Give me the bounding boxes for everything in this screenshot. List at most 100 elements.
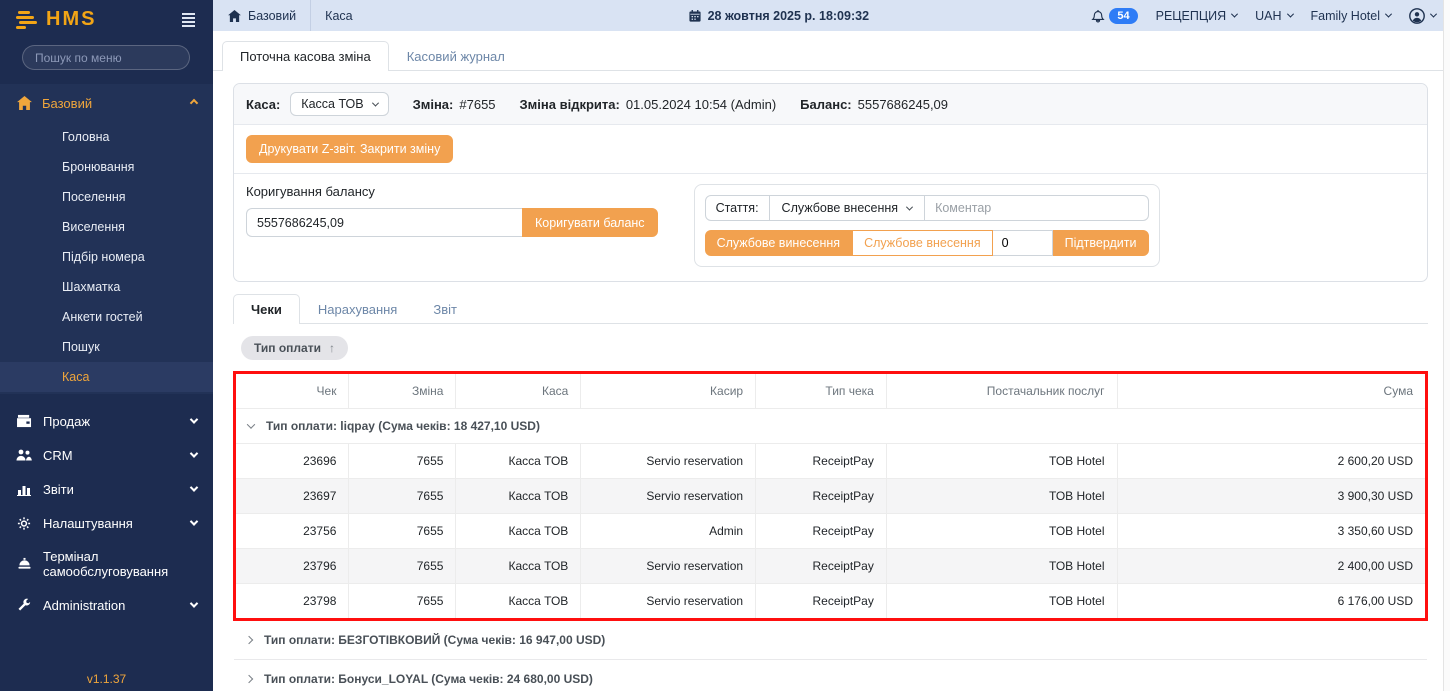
table-row[interactable]: 23796 7655 Касса ТОВ Servio reservation … (236, 549, 1425, 584)
balance-correction-row: Коригування балансу Коригувати баланс Ст… (234, 174, 1427, 281)
group-toggle-bezhotivkovyi[interactable]: Тип оплати: БЕЗГОТІВКОВИЙ (Сума чеків: 1… (234, 621, 1427, 660)
shift-opened-label: Зміна відкрита: (520, 97, 620, 112)
gears-icon (16, 515, 32, 531)
wrench-icon (16, 597, 32, 613)
tab-cash-journal[interactable]: Касовий журнал (389, 41, 523, 71)
table-row[interactable]: 23696 7655 Касса ТОВ Servio reservation … (236, 444, 1425, 479)
sidebar-item-poshuk[interactable]: Пошук (0, 332, 213, 362)
content: Каса: Касса ТОВ Зміна: #7655 Зміна відкр… (213, 71, 1450, 691)
breadcrumb-kasa[interactable]: Каса (319, 9, 358, 23)
hms-logo-text: HMS (46, 8, 96, 31)
menu-search-input[interactable] (22, 45, 190, 70)
col-header-cashier[interactable]: Касир (581, 374, 756, 409)
sidebar-group-terminal[interactable]: Термінал самообслуговування (0, 540, 213, 588)
main-tabs: Поточна касова зміна Касовий журнал (213, 31, 1450, 71)
service-deposit-button[interactable]: Службове внесення (852, 230, 993, 256)
chevron-down-icon (247, 420, 255, 428)
table-row[interactable]: 23756 7655 Касса ТОВ Admin ReceiptPay ТО… (236, 514, 1425, 549)
tab-report[interactable]: Звіт (415, 294, 475, 324)
col-header-check[interactable]: Чек (236, 374, 349, 409)
chevron-down-icon (190, 449, 198, 457)
col-header-sum[interactable]: Сума (1117, 374, 1425, 409)
sidebar-item-kasa[interactable]: Каса (0, 362, 213, 392)
shift-value: #7655 (459, 97, 495, 112)
col-header-shift[interactable]: Зміна (349, 374, 456, 409)
sidebar-group-zvity[interactable]: Звіти (0, 472, 213, 506)
sort-asc-arrow-icon: ↑ (329, 341, 335, 355)
person-circle-icon (1409, 8, 1425, 24)
checks-table: Чек Зміна Каса Касир Тип чека Постачальн… (236, 374, 1425, 618)
register-info-row: Каса: Касса ТОВ Зміна: #7655 Зміна відкр… (234, 84, 1427, 125)
table-row[interactable]: 23798 7655 Касса ТОВ Servio reservation … (236, 584, 1425, 619)
table-row[interactable]: 23697 7655 Касса ТОВ Servio reservation … (236, 479, 1425, 514)
hms-logo[interactable]: HMS (16, 8, 96, 31)
confirm-button[interactable]: Підтвердити (1053, 230, 1149, 256)
print-zreport-button[interactable]: Друкувати Z-звіт. Закрити зміну (246, 135, 453, 163)
group-row-liqpay: Тип оплати: liqpay (Сума чеків: 18 427,1… (236, 409, 1425, 444)
sidebar-item-bronyuvannya[interactable]: Бронювання (0, 152, 213, 182)
bar-chart-icon (16, 481, 32, 497)
datetime-text: 28 жовтня 2025 р. 18:09:32 (708, 9, 869, 23)
home-icon (228, 10, 241, 22)
tab-accruals[interactable]: Нарахування (300, 294, 415, 324)
sidebar-item-ankety-hostei[interactable]: Анкети гостей (0, 302, 213, 332)
chevron-down-icon (190, 415, 198, 423)
sidebar-collapse-icon[interactable] (178, 9, 199, 31)
sub-tabs: Чеки Нарахування Звіт (233, 294, 1428, 324)
bell-icon (1091, 8, 1105, 23)
users-icon (16, 447, 32, 463)
chevron-right-icon (245, 636, 253, 644)
tab-current-shift[interactable]: Поточна касова зміна (222, 41, 389, 71)
chevron-down-icon (1231, 11, 1238, 18)
sidebar-item-pidbir-nomera[interactable]: Підбір номера (0, 242, 213, 272)
balance-label: Баланс: (800, 97, 851, 112)
page-scrollbar[interactable] (1443, 0, 1450, 691)
sidebar-group-administration[interactable]: Administration (0, 588, 213, 622)
tab-checks[interactable]: Чеки (233, 294, 300, 324)
balance-correction-block: Коригування балансу Коригувати баланс (246, 184, 658, 237)
topbar: Базовий Каса 28 жовтня 2025 р. 18:09:32 (213, 0, 1450, 31)
group-toggle-bonusy-loyal[interactable]: Тип оплати: Бонуси_LOYAL (Сума чеків: 24… (234, 660, 1427, 691)
col-header-provider[interactable]: Постачальник послуг (886, 374, 1117, 409)
sidebar-item-holovna[interactable]: Головна (0, 122, 213, 152)
app-window: HMS Базовий Головна Бронювання Поселення… (0, 0, 1450, 691)
hotel-dropdown[interactable]: Family Hotel (1311, 9, 1391, 23)
sidebar-submenu: Головна Бронювання Поселення Виселення П… (0, 122, 213, 394)
user-menu[interactable] (1409, 8, 1436, 24)
main-area: Базовий Каса 28 жовтня 2025 р. 18:09:32 (213, 0, 1450, 691)
chevron-down-icon (906, 203, 913, 210)
notifications-button[interactable]: 54 (1091, 8, 1137, 24)
chevron-up-icon (190, 99, 198, 107)
group-toggle-liqpay[interactable]: Тип оплати: liqpay (Сума чеків: 18 427,1… (248, 419, 1413, 433)
sidebar-group-crm[interactable]: CRM (0, 438, 213, 472)
correct-balance-button[interactable]: Коригувати баланс (522, 208, 658, 237)
kasa-select[interactable]: Касса ТОВ (290, 92, 388, 116)
balance-correction-title: Коригування балансу (246, 184, 658, 199)
article-select[interactable]: Службове внесення (769, 196, 926, 220)
col-header-check-type[interactable]: Тип чека (756, 374, 887, 409)
chevron-down-icon (190, 517, 198, 525)
table-header-row: Чек Зміна Каса Касир Тип чека Постачальн… (236, 374, 1425, 409)
sort-pill-payment-type[interactable]: Тип оплати ↑ (241, 336, 348, 360)
chevron-down-icon (1286, 11, 1293, 18)
sidebar-group-nalashtuvannya[interactable]: Налаштування (0, 506, 213, 540)
amount-input[interactable] (993, 230, 1053, 256)
breadcrumb-bazovyi[interactable]: Базовий (222, 9, 302, 23)
sidebar-item-vyselennya[interactable]: Виселення (0, 212, 213, 242)
sidebar-item-shakhmatka[interactable]: Шахматка (0, 272, 213, 302)
zreport-row: Друкувати Z-звіт. Закрити зміну (234, 125, 1427, 174)
balance-correction-input[interactable] (246, 208, 522, 237)
currency-dropdown[interactable]: UAH (1255, 9, 1292, 23)
comment-input[interactable] (925, 196, 1063, 220)
sidebar-item-poselennya[interactable]: Поселення (0, 182, 213, 212)
col-header-kasa[interactable]: Каса (456, 374, 581, 409)
hms-logo-icon (16, 11, 37, 29)
sidebar-group-bazovyi[interactable]: Базовий (0, 84, 213, 122)
notifications-count-badge: 54 (1109, 8, 1137, 24)
chevron-down-icon (190, 483, 198, 491)
service-withdrawal-button[interactable]: Службове винесення (705, 230, 853, 256)
home-icon (16, 95, 32, 111)
department-dropdown[interactable]: РЕЦЕПЦИЯ (1156, 9, 1238, 23)
sidebar-group-prodazh[interactable]: Продаж (0, 404, 213, 438)
breadcrumb-divider (310, 0, 311, 31)
